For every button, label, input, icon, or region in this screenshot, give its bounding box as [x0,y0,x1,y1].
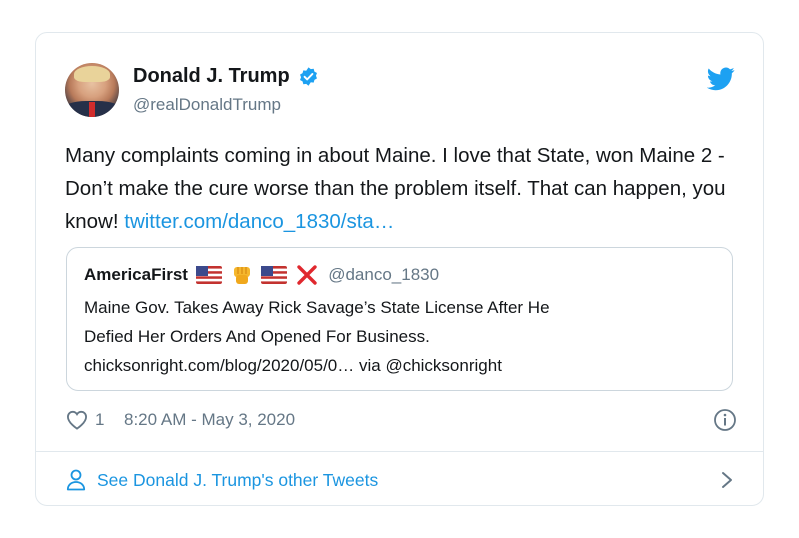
quoted-author-name: AmericaFirst [84,265,188,284]
tweet-header: Donald J. Trump @realDonaldTrump [65,63,737,119]
quoted-line-3: chicksonright.com/blog/2020/05/0… via @c… [84,356,502,375]
see-other-tweets-link[interactable]: See Donald J. Trump's other Tweets [66,465,738,495]
quoted-tweet-header: AmericaFirst @danco_1830 [84,264,439,288]
us-flag-emoji-icon [196,266,223,284]
us-flag-emoji-icon [261,266,288,284]
heart-icon[interactable] [66,410,88,430]
like-count[interactable]: 1 [95,410,104,430]
person-icon [66,469,86,491]
author-name-row: Donald J. Trump [133,65,319,88]
tweet-link[interactable]: twitter.com/danco_1830/sta… [124,210,394,233]
quoted-line-1: Maine Gov. Takes Away Rick Savage’s Stat… [84,298,550,317]
author-avatar[interactable] [65,63,119,117]
divider [36,451,763,452]
tweet-text: Many complaints coming in about Maine. I… [65,139,745,238]
tweet-meta: 1 8:20 AM - May 3, 2020 [66,407,738,435]
see-other-tweets-label[interactable]: See Donald J. Trump's other Tweets [97,470,378,491]
twitter-bird-icon[interactable] [707,67,735,91]
raised-fist-emoji-icon [233,267,250,284]
tweet-timestamp[interactable]: 8:20 AM - May 3, 2020 [124,410,295,430]
quoted-line-2: Defied Her Orders And Opened For Busines… [84,327,430,346]
embedded-tweet-card: Donald J. Trump @realDonaldTrump Many co… [35,32,764,506]
quoted-tweet-text: Maine Gov. Takes Away Rick Savage’s Stat… [84,293,714,380]
cross-mark-emoji-icon [297,265,317,285]
verified-badge-icon [300,67,318,86]
quoted-author-handle: @danco_1830 [328,265,440,284]
author-name[interactable]: Donald J. Trump [133,65,290,88]
author-handle[interactable]: @realDonaldTrump [133,95,281,115]
chevron-right-icon[interactable] [720,471,734,489]
quoted-tweet[interactable]: AmericaFirst @danco_1830 Maine Gov. Take… [66,247,733,391]
info-icon[interactable] [713,408,737,432]
